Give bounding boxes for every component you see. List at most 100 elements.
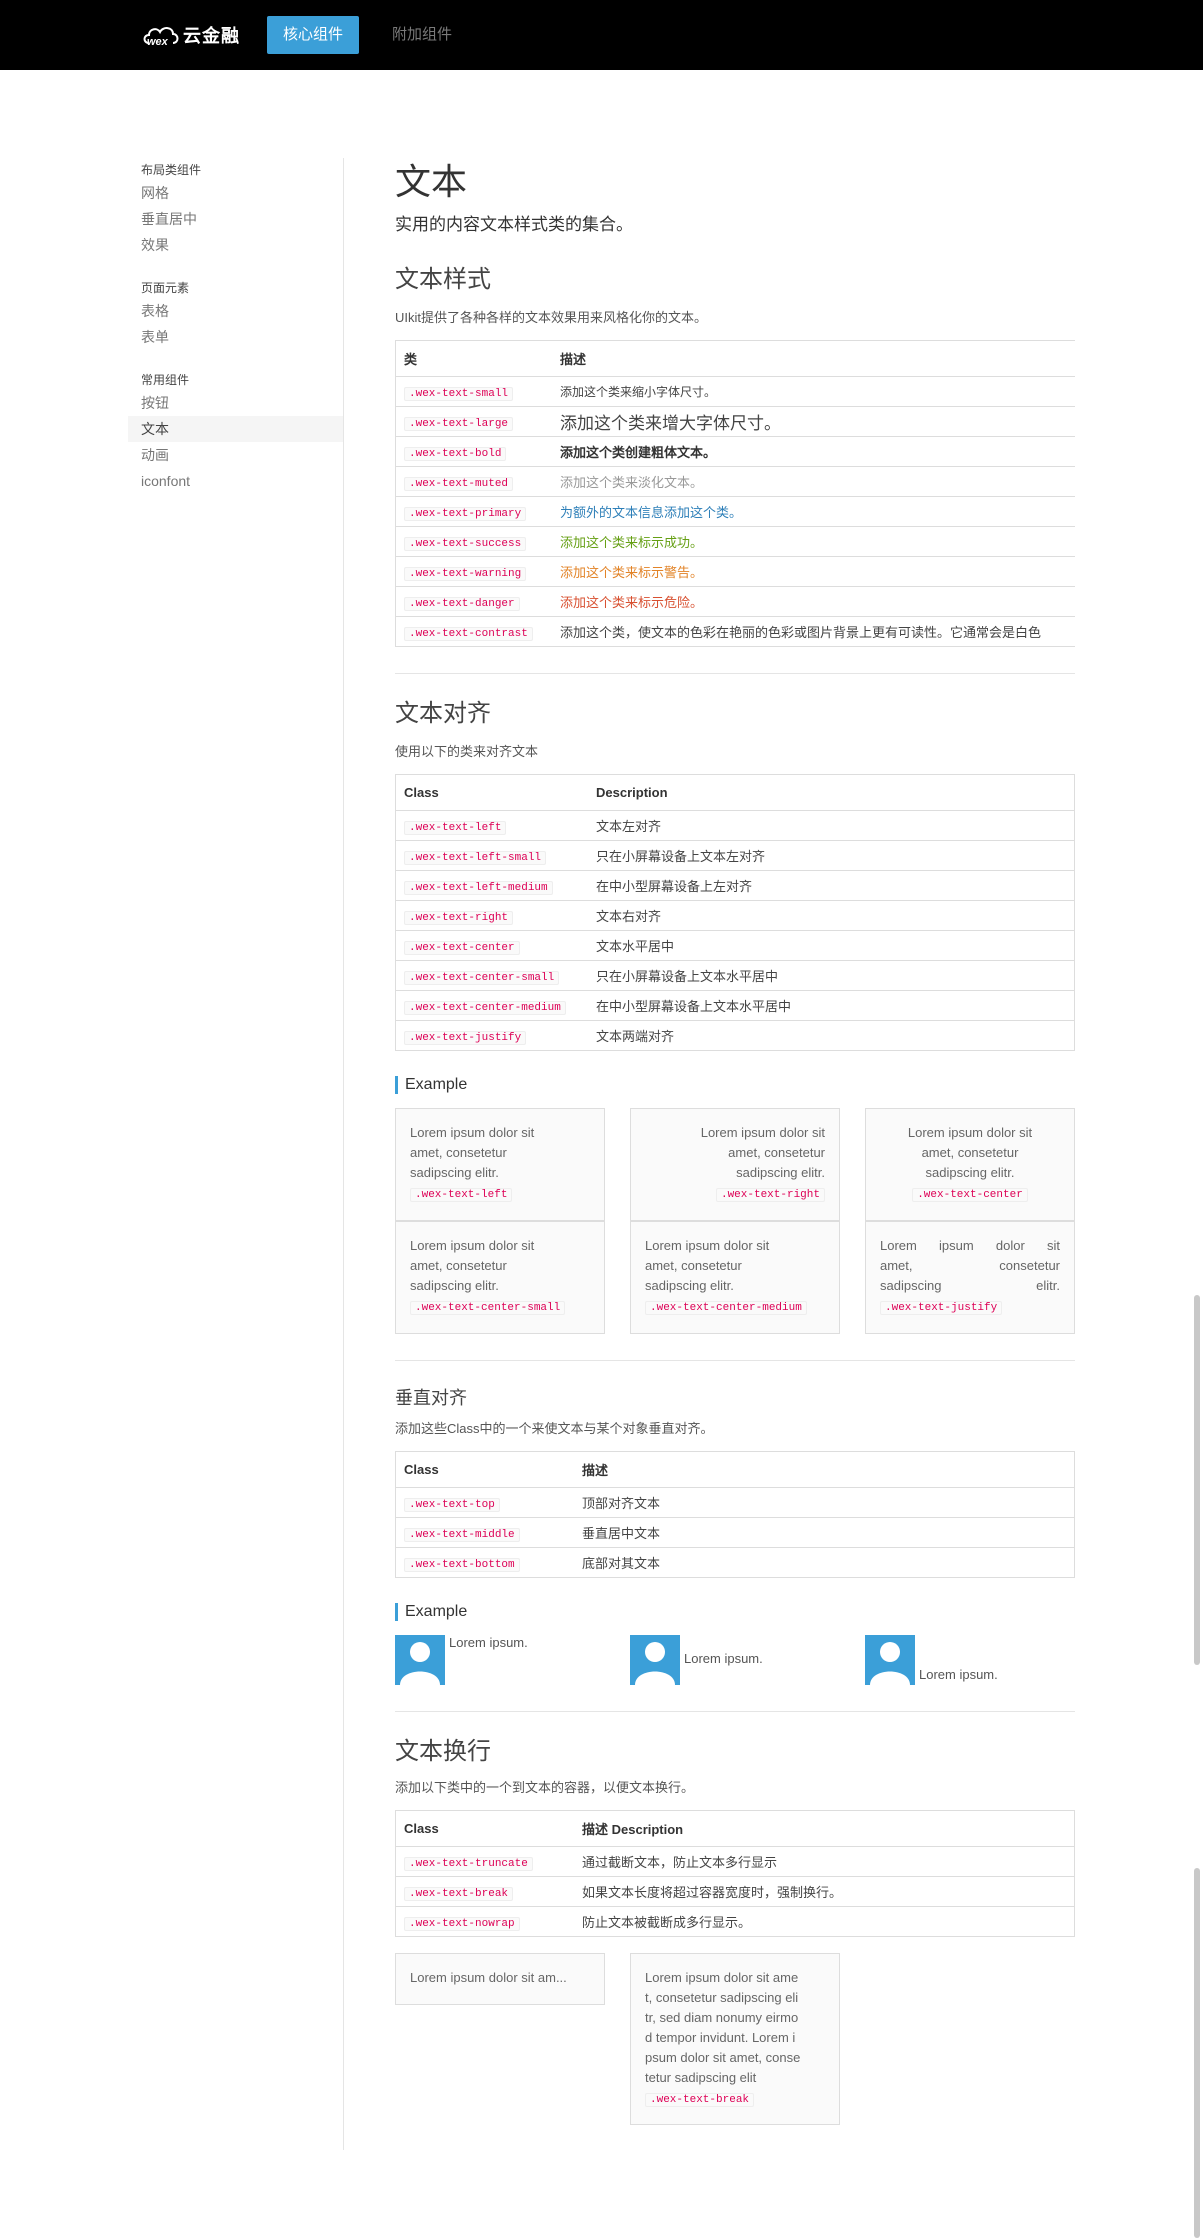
table-header-class: 类: [395, 340, 552, 377]
table-row: .wex-text-justify 文本两端对齐: [395, 1020, 1075, 1051]
class-code: .wex-text-muted: [404, 476, 514, 491]
row-desc: 只在小屏幕设备上文本左对齐: [588, 840, 1075, 871]
row-desc: 文本水平居中: [588, 930, 1075, 961]
class-code: .wex-text-justify: [404, 1030, 527, 1045]
class-code: .wex-text-justify: [880, 1301, 1003, 1315]
divider: [395, 1360, 1075, 1361]
sidebar-item-text[interactable]: 文本: [128, 416, 343, 442]
divider: [395, 673, 1075, 674]
class-code: .wex-text-middle: [404, 1527, 520, 1542]
class-code: .wex-text-center: [912, 1188, 1028, 1202]
class-code: .wex-text-bold: [404, 446, 507, 461]
lorem-line: Lorem ipsum dolor sit: [907, 1125, 1033, 1140]
justify-word: sadipscing: [880, 1278, 942, 1293]
class-code: .wex-text-success: [404, 536, 527, 551]
table-header-desc: 描述: [574, 1451, 1075, 1488]
table-row: .wex-text-left 文本左对齐: [395, 810, 1075, 841]
nav-core-components[interactable]: 核心组件: [267, 16, 360, 54]
scrollbar-thumb[interactable]: [1194, 1868, 1200, 2238]
example-title: Example: [395, 1076, 1075, 1094]
row-desc: 只在小屏幕设备上文本水平居中: [588, 960, 1075, 991]
lorem-line: Lorem ipsum dolor sit: [645, 1238, 770, 1253]
sidebar-item-button[interactable]: 按钮: [128, 390, 343, 416]
table-row: .wex-text-primary 为额外的文本信息添加这个类。: [395, 496, 1075, 527]
table-row: .wex-text-right 文本右对齐: [395, 900, 1075, 931]
class-code: .wex-text-left-small: [404, 850, 547, 865]
scrollbar-thumb[interactable]: [1194, 1295, 1200, 1665]
align-examples-grid: Lorem ipsum dolor sit amet, consetetur s…: [395, 1108, 1075, 1334]
sidebar-item-grid[interactable]: 网格: [128, 180, 343, 206]
lorem-line: sadipscing elitr.: [410, 1278, 499, 1293]
user-avatar-icon: [630, 1635, 680, 1685]
class-code: .wex-text-right: [715, 1188, 825, 1202]
class-code: .wex-text-small: [404, 386, 514, 401]
brand-logo[interactable]: wex 云金融: [141, 20, 240, 50]
sidebar: 布局类组件 网格 垂直居中 效果 页面元素 表格 表单 常用组件 按钮 文本 动…: [128, 158, 344, 2150]
table-header-class: Class: [395, 1451, 574, 1488]
user-avatar-icon: [395, 1635, 445, 1685]
table-row: .wex-text-left-small 只在小屏幕设备上文本左对齐: [395, 840, 1075, 871]
section-heading-text-align: 文本对齐: [395, 700, 491, 727]
table-row: .wex-text-left-medium 在中小型屏幕设备上左对齐: [395, 870, 1075, 901]
lorem-line: amet, consetetur: [728, 1145, 825, 1160]
sidebar-item-iconfont[interactable]: iconfont: [128, 468, 343, 494]
lorem-line: sadipscing elitr.: [645, 1278, 734, 1293]
sidebar-item-table[interactable]: 表格: [128, 298, 343, 324]
class-code: .wex-text-large: [404, 416, 514, 431]
class-code: .wex-text-left: [404, 820, 507, 835]
table-row: .wex-text-danger 添加这个类来标示危险。: [395, 586, 1075, 617]
table-row: .wex-text-middle 垂直居中文本: [395, 1517, 1075, 1548]
break-line: psum dolor sit amet, conse: [645, 2050, 801, 2065]
justify-word: consetetur: [999, 1258, 1060, 1273]
break-line: tr, sed diam nonumy eirmo: [645, 2010, 799, 2025]
section-desc: 使用以下的类来对齐文本: [395, 744, 539, 759]
class-code: .wex-text-contrast: [404, 626, 533, 641]
class-code: .wex-text-break: [645, 2093, 755, 2107]
cloud-logo-icon: wex: [143, 27, 179, 48]
row-desc: 添加这个类来增大字体尺寸。: [552, 406, 1075, 437]
sidebar-group-title: 页面元素: [141, 281, 190, 295]
class-code: .wex-text-top: [404, 1497, 500, 1512]
example-box-left: Lorem ipsum dolor sit amet, consetetur s…: [395, 1108, 605, 1221]
class-code: .wex-text-center-small: [410, 1301, 566, 1315]
lorem-line: Lorem ipsum dolor sit: [410, 1125, 535, 1140]
row-desc: 添加这个类创建粗体文本。: [552, 436, 1075, 467]
table-row: .wex-text-break 如果文本长度将超过容器宽度时，强制换行。: [395, 1876, 1075, 1907]
main-content: 文本 实用的内容文本样式类的集合。 文本样式 UIkit提供了各种各样的文本效果…: [395, 158, 1075, 2125]
lorem-line: Lorem ipsum dolor sit: [410, 1238, 535, 1253]
break-line: t, consetetur sadipscing eli: [645, 1990, 799, 2005]
class-code: .wex-text-left: [410, 1188, 513, 1202]
row-desc: 文本左对齐: [588, 810, 1075, 841]
section-desc: 添加以下类中的一个到文本的容器，以便文本换行。: [395, 1780, 695, 1795]
table-row: .wex-text-center 文本水平居中: [395, 930, 1075, 961]
table-row: .wex-text-warning 添加这个类来标示警告。: [395, 556, 1075, 587]
text-wrap-table: Class 描述 Description .wex-text-truncate 通…: [395, 1810, 1075, 1937]
top-navbar: wex 云金融 核心组件 附加组件: [0, 0, 1203, 70]
lorem-line: sadipscing elitr.: [736, 1165, 825, 1180]
section-heading-text-style: 文本样式: [395, 266, 491, 293]
section-desc: UIkit提供了各种各样的文本效果用来风格化你的文本。: [395, 310, 708, 325]
sample-text: Lorem ipsum.: [684, 1651, 763, 1666]
valign-example-bottom: Lorem ipsum.: [865, 1635, 1075, 1685]
vertical-align-table: Class 描述 .wex-text-top 顶部对齐文本 .wex-text-m…: [395, 1451, 1075, 1578]
lorem-line: amet, consetetur: [410, 1145, 507, 1160]
class-code: .wex-text-warning: [404, 566, 527, 581]
user-avatar-icon: [865, 1635, 915, 1685]
row-desc: 添加这个类，使文本的色彩在艳丽的色彩或图片背景上更有可读性。它通常会是白色: [552, 616, 1075, 647]
section-desc: 添加这些Class中的一个来使文本与某个对象垂直对齐。: [395, 1421, 714, 1436]
valign-example-top: Lorem ipsum.: [395, 1635, 605, 1685]
table-row: .wex-text-truncate 通过截断文本，防止文本多行显示: [395, 1846, 1075, 1877]
row-desc: 文本两端对齐: [588, 1020, 1075, 1051]
table-row: .wex-text-bottom 底部对其文本: [395, 1547, 1075, 1578]
row-desc: 底部对其文本: [574, 1547, 1075, 1578]
sidebar-item-effects[interactable]: 效果: [128, 232, 343, 258]
table-header-class: Class: [395, 774, 588, 811]
row-desc: 防止文本被截断成多行显示。: [574, 1906, 1075, 1937]
sidebar-item-form[interactable]: 表单: [128, 324, 343, 350]
sidebar-item-vertical-center[interactable]: 垂直居中: [128, 206, 343, 232]
table-row: .wex-text-small 添加这个类来缩小字体尺寸。: [395, 376, 1075, 407]
nav-extra-components[interactable]: 附加组件: [376, 16, 468, 54]
sidebar-group-title: 常用组件: [141, 373, 190, 387]
sidebar-item-animation[interactable]: 动画: [128, 442, 343, 468]
class-code: .wex-text-primary: [404, 506, 527, 521]
